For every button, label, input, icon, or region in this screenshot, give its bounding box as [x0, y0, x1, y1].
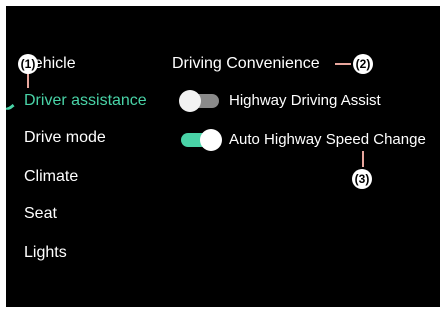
callout-2-leader	[335, 63, 351, 65]
callout-3-leader	[362, 151, 364, 167]
sidebar-item-label: Lights	[24, 244, 67, 261]
sidebar-item-label: Climate	[24, 168, 79, 185]
callout-1: (1)	[18, 54, 38, 74]
setting-label: Auto Highway Speed Change	[229, 131, 426, 148]
toggle-knob	[200, 129, 222, 151]
sidebar-item-label: Drive mode	[24, 129, 106, 146]
setting-label: Highway Driving Assist	[229, 92, 381, 109]
callout-2: (2)	[353, 54, 373, 74]
callout-3: (3)	[352, 169, 372, 189]
sidebar-item-label: Driver assistance	[24, 92, 147, 109]
toggle-knob	[179, 90, 201, 112]
active-indicator	[6, 92, 15, 113]
sidebar-item-seat[interactable]: Seat	[24, 204, 57, 224]
sidebar-item-label: Seat	[24, 205, 57, 222]
highway-driving-assist-toggle[interactable]	[179, 90, 219, 112]
sidebar-item-climate[interactable]: Climate	[24, 167, 78, 187]
setting-auto-highway-speed-change[interactable]: Auto Highway Speed Change	[181, 128, 426, 152]
settings-screen: Vehicle Driver assistance Drive mode Cli…	[6, 6, 440, 307]
sidebar-item-lights[interactable]: Lights	[24, 243, 67, 263]
callout-1-leader	[27, 72, 29, 88]
auto-highway-speed-change-toggle[interactable]	[181, 129, 222, 151]
section-title: Driving Convenience	[172, 55, 320, 72]
sidebar-item-driver-assistance[interactable]: Driver assistance	[24, 91, 147, 111]
sidebar-item-drive-mode[interactable]: Drive mode	[24, 128, 106, 148]
setting-highway-driving-assist[interactable]: Highway Driving Assist	[179, 89, 381, 113]
